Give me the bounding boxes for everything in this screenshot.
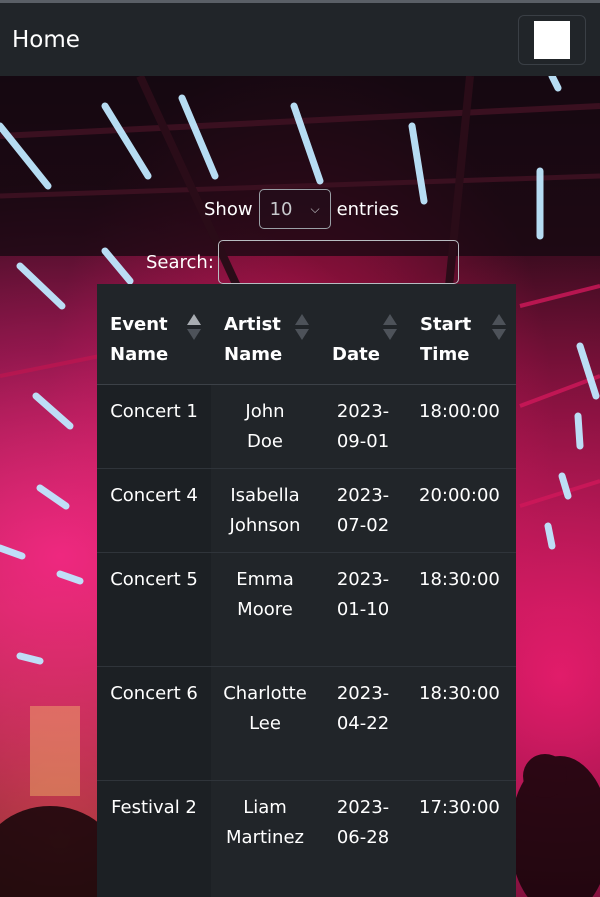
sort-arrows-icon xyxy=(383,314,397,340)
cell-start-time: 18:30:00 xyxy=(407,666,516,781)
header-text: Time xyxy=(420,344,470,365)
page: Home Show 10 ⌵ entries Search: Event Nam… xyxy=(0,0,600,897)
header-text: Name xyxy=(224,344,283,365)
cell-artist-name: Isabella Johnson xyxy=(211,468,319,553)
entries-per-page-value: 10 xyxy=(269,198,293,220)
table-row: Concert 4 Isabella Johnson 2023- 07-02 20:… xyxy=(97,468,516,553)
cell-text: Martinez xyxy=(226,827,304,848)
cell-artist-name: Liam Martinez xyxy=(211,780,319,897)
cell-text: John xyxy=(245,401,285,422)
cell-text: 09-01 xyxy=(336,431,390,452)
table-row: Festival 2 Liam Martinez 2023- 06-28 17:30… xyxy=(97,780,516,897)
column-header-event-name[interactable]: Event Name xyxy=(97,284,211,385)
table-row: Concert 5 Emma Moore 2023- 01-10 18:30:00 xyxy=(97,552,516,667)
cell-text: 06-28 xyxy=(336,827,390,848)
column-header-date[interactable]: Date xyxy=(319,284,407,385)
cell-artist-name: Emma Moore xyxy=(211,552,319,667)
cell-date: 2023- 06-28 xyxy=(319,780,407,897)
cell-event-name: Festival 2 xyxy=(97,780,211,897)
entries-per-page-select[interactable]: 10 ⌵ xyxy=(258,189,331,229)
cell-start-time: 18:00:00 xyxy=(407,384,516,469)
sort-arrows-icon xyxy=(295,314,309,340)
hamburger-icon xyxy=(534,21,570,59)
cell-start-time: 17:30:00 xyxy=(407,780,516,897)
search-input[interactable] xyxy=(217,240,459,284)
cell-text: 2023- xyxy=(336,569,390,590)
cell-text: 2023- xyxy=(336,485,390,506)
sort-arrows-icon xyxy=(492,314,506,340)
entries-length-control: Show 10 ⌵ entries xyxy=(204,189,399,229)
cell-text: 2023- xyxy=(336,401,390,422)
length-label-entries: entries xyxy=(336,198,399,220)
cell-text: 2023- xyxy=(336,683,390,704)
cell-date: 2023- 01-10 xyxy=(319,552,407,667)
cell-text: Lee xyxy=(249,713,281,734)
cell-date: 2023- 07-02 xyxy=(319,468,407,553)
cell-artist-name: John Doe xyxy=(211,384,319,469)
cell-date: 2023- 04-22 xyxy=(319,666,407,781)
navbar-brand-home[interactable]: Home xyxy=(12,27,80,53)
cell-text: 2023- xyxy=(336,797,390,818)
cell-event-name: Concert 4 xyxy=(97,468,211,553)
table-row: Concert 6 Charlotte Lee 2023- 04-22 18:30:… xyxy=(97,666,516,781)
navbar-toggle-button[interactable] xyxy=(518,15,586,65)
search-label: Search: xyxy=(146,251,214,273)
events-table: Event Name Artist Name Date Start Time C… xyxy=(97,284,516,897)
cell-text: Isabella xyxy=(230,485,300,506)
header-text: Name xyxy=(110,344,169,365)
cell-text: Moore xyxy=(237,599,293,620)
cell-text: 04-22 xyxy=(336,713,390,734)
cell-text: Emma xyxy=(236,569,294,590)
cell-text: Liam xyxy=(243,797,287,818)
cell-date: 2023- 09-01 xyxy=(319,384,407,469)
length-label-show: Show xyxy=(204,198,253,220)
chevron-down-icon: ⌵ xyxy=(310,201,320,216)
table-row: Concert 1 John Doe 2023- 09-01 18:00:00 xyxy=(97,384,516,469)
cell-text: 01-10 xyxy=(336,599,390,620)
column-header-start-time[interactable]: Start Time xyxy=(407,284,516,385)
cell-text: Doe xyxy=(247,431,283,452)
cell-text: 07-02 xyxy=(336,515,390,536)
cell-text: Johnson xyxy=(229,515,301,536)
sort-arrows-icon xyxy=(187,314,201,340)
cell-start-time: 20:00:00 xyxy=(407,468,516,553)
table-search-control: Search: xyxy=(146,240,459,284)
navbar: Home xyxy=(0,0,600,76)
column-header-artist-name[interactable]: Artist Name xyxy=(211,284,319,385)
cell-start-time: 18:30:00 xyxy=(407,552,516,667)
cell-artist-name: Charlotte Lee xyxy=(211,666,319,781)
header-text: Date xyxy=(332,344,380,365)
cell-text: Charlotte xyxy=(223,683,307,704)
cell-event-name: Concert 6 xyxy=(97,666,211,781)
cell-event-name: Concert 5 xyxy=(97,552,211,667)
cell-event-name: Concert 1 xyxy=(97,384,211,469)
